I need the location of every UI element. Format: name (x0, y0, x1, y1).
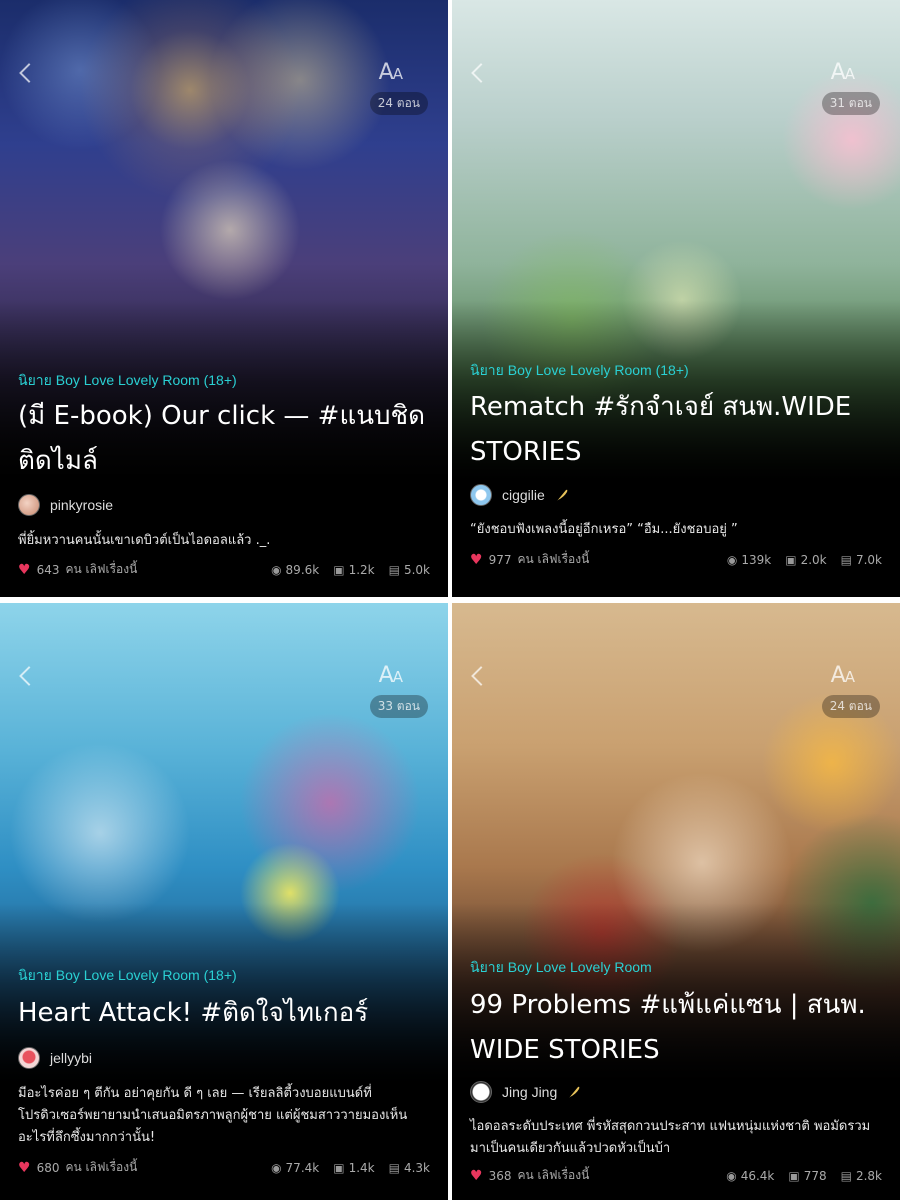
avatar (470, 1081, 492, 1103)
episode-count-badge: 31 ตอน (821, 92, 880, 115)
chapter-icon: ▤ (388, 1160, 400, 1175)
story-title[interactable]: Heart Attack! #ติดใจไทเกอร์ (18, 991, 432, 1036)
comments-count: 1.2k (348, 562, 375, 577)
comment-icon: ▣ (785, 552, 797, 567)
chapters-count: 5.0k (403, 562, 430, 577)
avatar (18, 494, 40, 516)
genre-label[interactable]: นิยาย Boy Love Lovely Room (18+) (18, 965, 237, 987)
likes-label: คน เลิฟเรื่องนี้ (65, 562, 138, 576)
episode-count-badge: 24 ตอน (369, 92, 428, 115)
stats-row: ♥ 680 คน เลิฟเรื่องนี้ ◉ 77.4k ▣ 1.4k ▤ 4.3… (18, 1158, 430, 1177)
avatar (470, 484, 492, 506)
likes-label: คน เลิฟเรื่องนี้ (517, 552, 590, 566)
comment-icon: ▣ (333, 1160, 345, 1175)
likes-count: 977 (488, 552, 512, 567)
story-card[interactable]: AA 24 ตอน นิยาย Boy Love Lovely Room (18… (0, 0, 448, 597)
chapter-icon: ▤ (840, 552, 852, 567)
eye-icon: ◉ (726, 1168, 737, 1183)
author[interactable]: ciggilie (470, 484, 569, 506)
author-name: pinkyrosie (50, 497, 114, 513)
author-name: Jing Jing (502, 1084, 558, 1100)
comment-icon: ▣ (333, 562, 345, 577)
story-grid: AA 24 ตอน นิยาย Boy Love Lovely Room (18… (0, 0, 900, 1200)
synopsis: มีอะไรค่อย ๆ ตีกัน อย่าคุยกัน ดี ๆ เลย —… (18, 1086, 408, 1145)
font-size-icon: AA (830, 60, 855, 85)
comment-icon: ▣ (788, 1168, 800, 1183)
likes-count: 643 (36, 562, 60, 577)
chapter-icon: ▤ (388, 562, 400, 577)
chapters-count: 2.8k (855, 1168, 882, 1183)
stats-row: ♥ 368 คน เลิฟเรื่องนี้ ◉ 46.4k ▣ 778 ▤ 2.8k (470, 1166, 882, 1185)
chapter-icon: ▤ (840, 1168, 852, 1183)
story-card[interactable]: AA 31 ตอน นิยาย Boy Love Lovely Room (18… (452, 0, 900, 597)
story-title[interactable]: 99 Problems #แพ้แค่แซน | สนพ. WIDE STORI… (470, 983, 884, 1073)
font-size-icon: AA (830, 663, 855, 688)
chapters-count: 7.0k (855, 552, 882, 567)
likes-count: 368 (488, 1168, 512, 1183)
episode-count-badge: 33 ตอน (369, 695, 428, 718)
font-size-icon: AA (378, 663, 403, 688)
author-name: jellyybi (50, 1050, 93, 1066)
story-title[interactable]: (มี E-book) Our click — #แนบชิดติดไมล์ (18, 394, 432, 484)
synopsis: “ยังชอบฟังเพลงนี้อยู่อีกเหรอ” “อืม...ยัง… (470, 522, 738, 537)
heart-icon: ♥ (18, 561, 31, 578)
eye-icon: ◉ (726, 552, 738, 567)
author-name: ciggilie (502, 487, 545, 503)
author[interactable]: Jing Jing (470, 1081, 581, 1103)
eye-icon: ◉ (271, 562, 282, 577)
views-count: 77.4k (285, 1160, 320, 1175)
genre-label[interactable]: นิยาย Boy Love Lovely Room (18+) (470, 360, 689, 382)
author[interactable]: jellyybi (18, 1047, 92, 1069)
synopsis: พี่ยิ้มหวานคนนั้นเขาเดบิวต์เป็นไอดอลแล้ว… (18, 533, 271, 548)
comments-count: 778 (803, 1168, 827, 1183)
likes-count: 680 (36, 1160, 60, 1175)
feather-icon (556, 489, 568, 501)
eye-icon: ◉ (271, 1160, 282, 1175)
avatar (18, 1047, 40, 1069)
author[interactable]: pinkyrosie (18, 494, 113, 516)
episode-count-badge: 24 ตอน (821, 695, 880, 718)
story-title[interactable]: Rematch #รักจำเจย์ สนพ.WIDE STORIES (470, 385, 884, 475)
likes-label: คน เลิฟเรื่องนี้ (65, 1160, 138, 1174)
heart-icon: ♥ (470, 1167, 483, 1184)
story-card[interactable]: AA 24 ตอน นิยาย Boy Love Lovely Room 99 … (452, 603, 900, 1200)
views-count: 46.4k (740, 1168, 775, 1183)
stats-row: ♥ 977 คน เลิฟเรื่องนี้ ◉ 139k ▣ 2.0k ▤ 7.0k (470, 550, 882, 569)
font-size-icon: AA (378, 60, 403, 85)
genre-label[interactable]: นิยาย Boy Love Lovely Room (470, 957, 652, 979)
comments-count: 2.0k (800, 552, 827, 567)
story-card[interactable]: AA 33 ตอน นิยาย Boy Love Lovely Room (18… (0, 603, 448, 1200)
genre-label[interactable]: นิยาย Boy Love Lovely Room (18+) (18, 370, 237, 392)
stats-row: ♥ 643 คน เลิฟเรื่องนี้ ◉ 89.6k ▣ 1.2k ▤ 5.0… (18, 560, 430, 579)
chapters-count: 4.3k (403, 1160, 430, 1175)
views-count: 89.6k (285, 562, 320, 577)
comments-count: 1.4k (348, 1160, 375, 1175)
feather-icon (569, 1086, 580, 1098)
views-count: 139k (741, 552, 772, 567)
likes-label: คน เลิฟเรื่องนี้ (517, 1168, 590, 1182)
heart-icon: ♥ (470, 551, 483, 568)
synopsis: ไอดอลระดับประเทศ พี่รหัสสุดกวนประสาท แฟน… (470, 1119, 871, 1156)
heart-icon: ♥ (18, 1159, 31, 1176)
